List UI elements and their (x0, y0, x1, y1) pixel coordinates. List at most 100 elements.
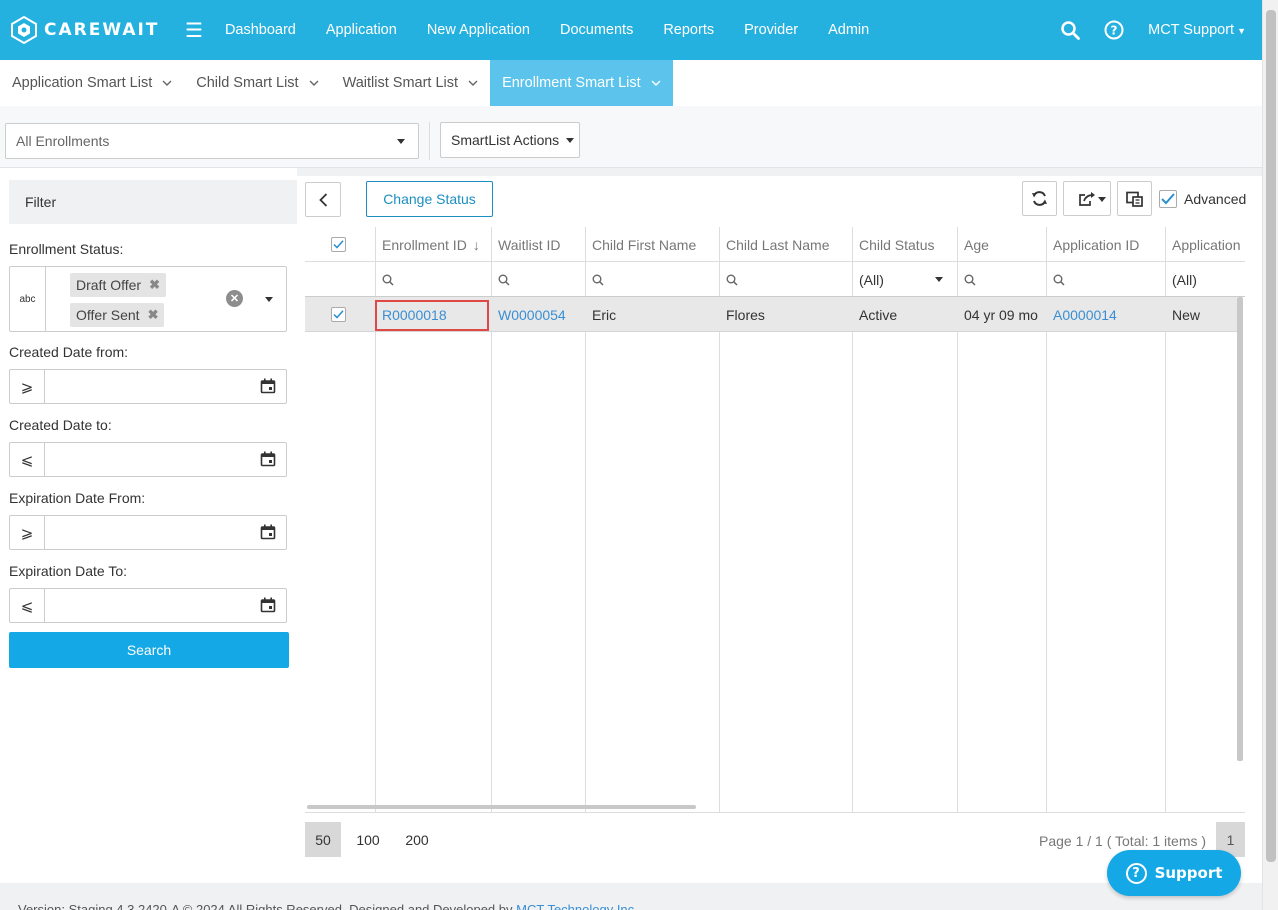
text-match-mode-icon[interactable]: abc (10, 267, 46, 331)
page-scrollbar[interactable] (1262, 0, 1278, 910)
smartlist-actions-dropdown[interactable]: SmartList Actions (440, 122, 580, 158)
refresh-button[interactable] (1022, 181, 1057, 216)
header-child-last-name[interactable]: Child Last Name (719, 227, 852, 262)
grid-panel: Change Status Advanced Enrollment ID ↓ W… (297, 176, 1262, 883)
refresh-icon (1032, 191, 1047, 206)
header-age[interactable]: Age (957, 227, 1046, 262)
filter-application-id[interactable] (1046, 262, 1165, 297)
search-icon (382, 274, 394, 286)
check-icon (333, 310, 344, 319)
nav-application[interactable]: Application (326, 22, 397, 38)
calendar-icon[interactable] (260, 451, 276, 467)
smartlist-select[interactable]: All Enrollments (5, 123, 419, 159)
application-id-link[interactable]: A0000014 (1046, 297, 1165, 332)
filter-age[interactable] (957, 262, 1046, 297)
page-size-100[interactable]: 100 (350, 822, 386, 857)
header-label: Waitlist ID (498, 236, 561, 253)
header-application-status[interactable]: Application (1165, 227, 1245, 262)
filter-header[interactable]: Filter (9, 180, 297, 224)
expiration-to-label: Expiration Date To: (9, 563, 128, 579)
filter-title: Filter (25, 194, 57, 210)
search-button[interactable]: Search (9, 632, 289, 668)
filter-application-status[interactable]: (All) (1165, 262, 1245, 297)
enrollment-status-multiselect[interactable]: abc Draft Offer ✖ Offer Sent ✖ ✕ (9, 266, 287, 332)
change-status-button[interactable]: Change Status (366, 181, 493, 217)
lte-operator-button[interactable]: ⩽ (10, 589, 45, 622)
nav-dashboard[interactable]: Dashboard (225, 22, 296, 38)
nav-documents[interactable]: Documents (560, 22, 633, 38)
caret-down-icon (935, 277, 943, 282)
footer-text: Version: Staging 4.3.2420-A © 2024 All R… (18, 902, 513, 910)
svg-text:?: ? (1111, 24, 1118, 38)
grid-vertical-scrollbar[interactable] (1237, 297, 1243, 761)
footer: Version: Staging 4.3.2420-A © 2024 All R… (18, 902, 634, 910)
tab-label: Child Smart List (196, 75, 299, 91)
user-menu[interactable]: MCT Support ▼ (1148, 22, 1246, 38)
child-first-name-cell: Eric (592, 306, 617, 323)
nav-admin[interactable]: Admin (828, 22, 869, 38)
header-child-first-name[interactable]: Child First Name (585, 227, 719, 262)
application-status-cell: New (1172, 306, 1201, 323)
calendar-icon[interactable] (260, 597, 276, 613)
tab-application-smart-list[interactable]: Application Smart List (0, 60, 184, 106)
select-all-checkbox-cell (324, 227, 354, 262)
expiration-to-field[interactable]: ⩽ (9, 588, 287, 623)
header-label: Child Status (859, 236, 935, 253)
waitlist-id-link[interactable]: W0000054 (491, 297, 585, 332)
search-icon (498, 274, 510, 286)
caret-down-icon[interactable] (265, 297, 273, 302)
filter-child-status[interactable]: (All) (852, 262, 957, 297)
calendar-icon[interactable] (260, 378, 276, 394)
tab-child-smart-list[interactable]: Child Smart List (184, 60, 330, 106)
header-child-status[interactable]: Child Status (852, 227, 957, 262)
filter-enrollment-id[interactable] (375, 262, 491, 297)
remove-chip-icon[interactable]: ✖ (148, 307, 159, 323)
created-from-field[interactable]: ⩾ (9, 369, 287, 404)
chevron-down-icon (651, 80, 661, 86)
clear-selection-icon[interactable]: ✕ (226, 290, 243, 307)
export-dropdown-button[interactable] (1063, 181, 1111, 216)
page-size-200[interactable]: 200 (399, 822, 435, 857)
filter-child-first-name[interactable] (585, 262, 719, 297)
footer-link[interactable]: MCT Technology Inc (516, 902, 634, 910)
header-label: Child First Name (592, 236, 697, 253)
header-application-id[interactable]: Application ID (1046, 227, 1165, 262)
header-enrollment-id[interactable]: Enrollment ID ↓ (375, 227, 491, 262)
grid-horizontal-scrollbar[interactable] (307, 805, 696, 809)
support-button[interactable]: ? Support (1107, 850, 1241, 896)
advanced-checkbox[interactable] (1159, 190, 1177, 208)
search-icon[interactable] (1061, 20, 1081, 40)
nav-provider[interactable]: Provider (744, 22, 798, 38)
nav-reports[interactable]: Reports (663, 22, 714, 38)
page-size-50[interactable]: 50 (305, 822, 341, 857)
logo[interactable]: CAREWAIT (10, 16, 180, 44)
filter-child-last-name[interactable] (719, 262, 852, 297)
filter-waitlist-id[interactable] (491, 262, 585, 297)
tab-label: Enrollment Smart List (502, 75, 641, 91)
chevron-down-icon (309, 80, 319, 86)
remove-chip-icon[interactable]: ✖ (149, 277, 160, 293)
row-checkbox-cell (324, 297, 354, 332)
created-to-field[interactable]: ⩽ (9, 442, 287, 477)
gte-operator-button[interactable]: ⩾ (10, 516, 45, 549)
tab-enrollment-smart-list[interactable]: Enrollment Smart List (490, 60, 673, 106)
header-label: Application ID (1053, 236, 1140, 253)
page-scrollbar-thumb[interactable] (1266, 10, 1276, 862)
gte-symbol: ⩾ (20, 378, 34, 396)
gte-operator-button[interactable]: ⩾ (10, 370, 45, 403)
header-label: Enrollment ID (382, 236, 467, 253)
grid-header-row: Enrollment ID ↓ Waitlist ID Child First … (305, 227, 1245, 262)
column-chooser-button[interactable] (1117, 181, 1152, 216)
hamburger-menu-icon[interactable]: ☰ (185, 18, 203, 43)
row-checkbox[interactable] (331, 307, 346, 322)
tab-waitlist-smart-list[interactable]: Waitlist Smart List (331, 60, 490, 106)
expiration-from-field[interactable]: ⩾ (9, 515, 287, 550)
help-icon[interactable]: ? (1104, 20, 1124, 40)
lte-operator-button[interactable]: ⩽ (10, 443, 45, 476)
advanced-toggle[interactable]: Advanced (1159, 190, 1246, 208)
select-all-checkbox[interactable] (331, 237, 346, 252)
calendar-icon[interactable] (260, 524, 276, 540)
header-waitlist-id[interactable]: Waitlist ID (491, 227, 585, 262)
collapse-filter-button[interactable] (305, 182, 341, 217)
nav-new-application[interactable]: New Application (427, 22, 530, 38)
